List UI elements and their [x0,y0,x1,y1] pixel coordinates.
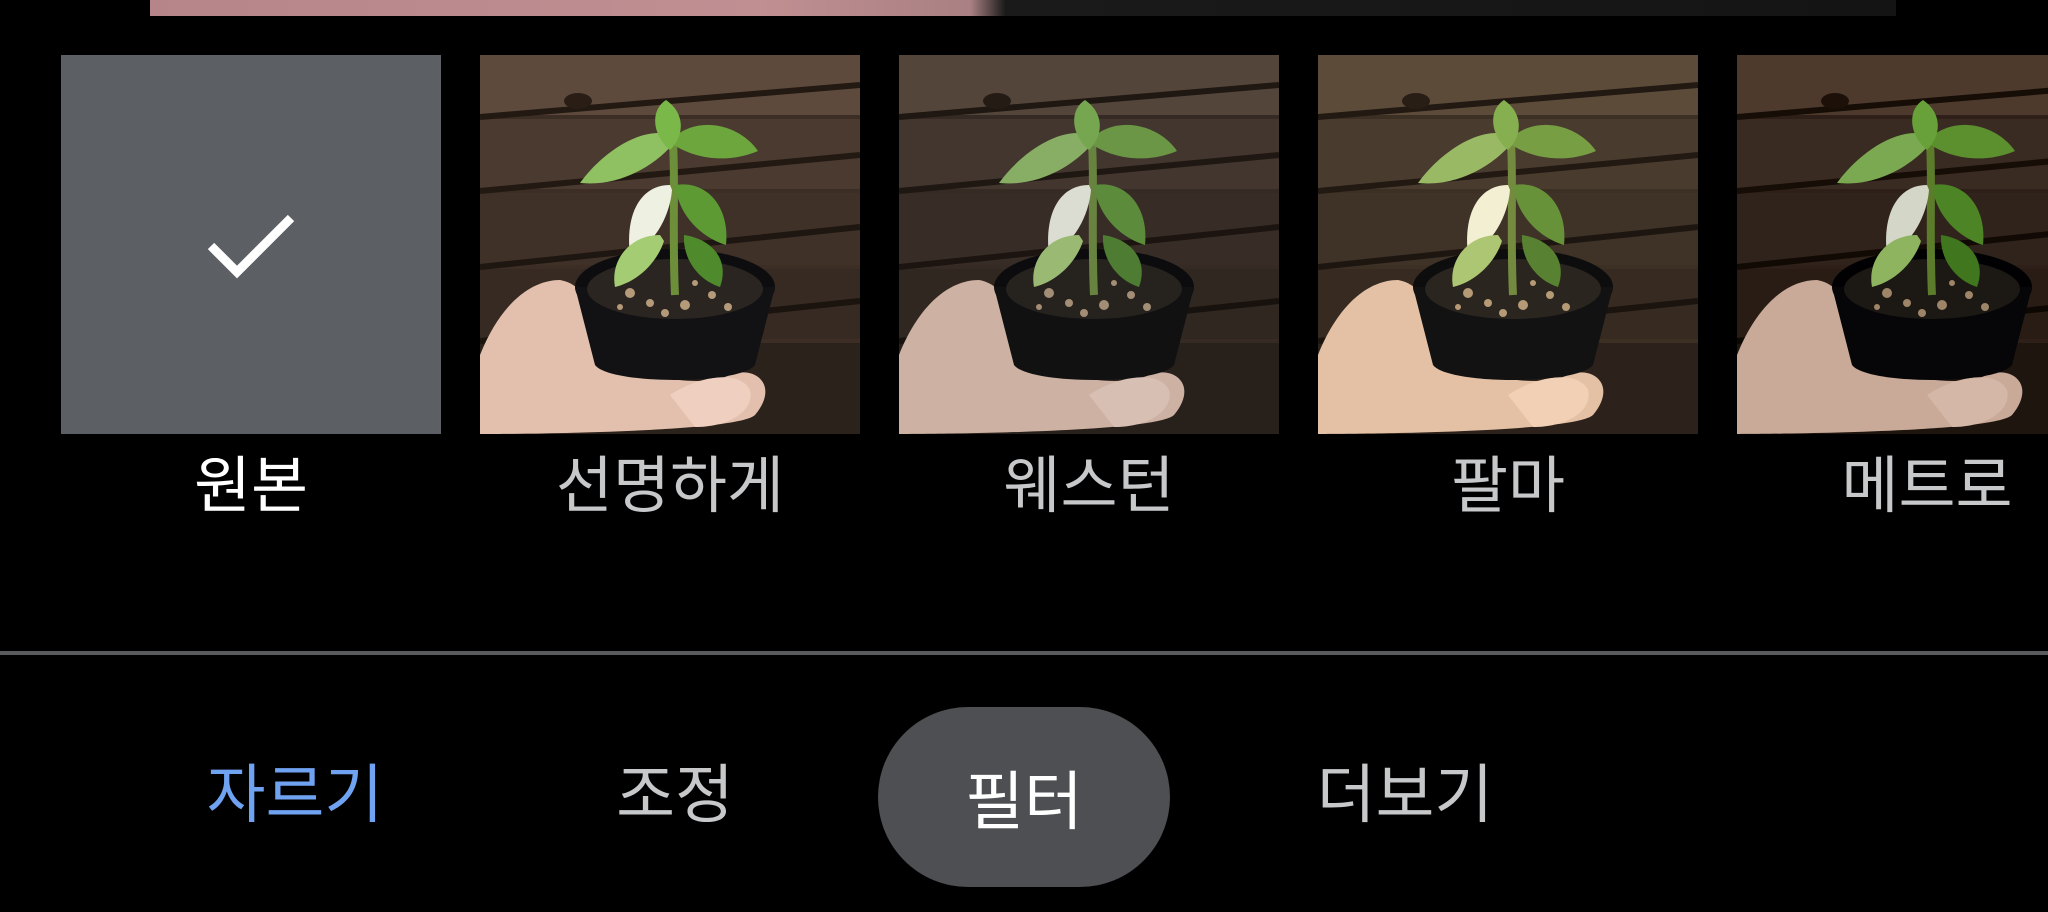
filter-thumbnail [1737,55,2048,434]
divider [0,651,2048,655]
filter-thumbnail [480,55,860,434]
plant-photo [480,55,860,434]
filter-label: 메트로 [1841,449,2013,522]
photo-preview-edge [150,0,1896,16]
tab-more[interactable]: 더보기 [1290,735,1520,845]
tab-filter[interactable]: 필터 [878,707,1170,887]
filter-thumbnail [1318,55,1698,434]
filter-thumbnail [899,55,1279,434]
filter-thumbnail [61,55,441,434]
filter-label: 원본 [193,449,309,522]
filter-label: 웨스턴 [1003,449,1175,522]
tab-crop[interactable]: 자르기 [170,735,420,845]
filter-label: 팔마 [1450,449,1566,522]
plant-photo [899,55,1279,434]
tab-adjust[interactable]: 조정 [560,735,790,845]
check-icon [207,214,295,278]
plant-photo [1737,55,2048,434]
filter-label: 선명하게 [555,449,785,522]
plant-photo [1318,55,1698,434]
